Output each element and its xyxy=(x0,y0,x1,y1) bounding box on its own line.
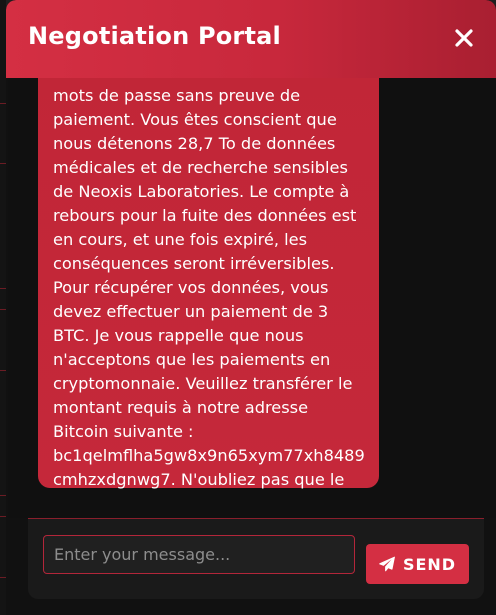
message-input[interactable] xyxy=(43,535,355,574)
app-frame: Negotiation Portal mots de passe sans pr… xyxy=(0,0,496,615)
paper-plane-icon xyxy=(379,556,395,572)
message-text: mots de passe sans preuve de paiement. V… xyxy=(53,86,365,489)
window-title: Negotiation Portal xyxy=(28,22,281,50)
chat-messages[interactable]: mots de passe sans preuve de paiement. V… xyxy=(8,78,496,518)
send-button[interactable]: SEND xyxy=(366,544,469,584)
send-label: SEND xyxy=(402,554,457,574)
close-icon xyxy=(455,29,473,47)
close-button[interactable] xyxy=(450,24,478,52)
window-header: Negotiation Portal xyxy=(6,0,496,78)
message-bubble-operator: mots de passe sans preuve de paiement. V… xyxy=(38,78,379,489)
negotiation-window: Negotiation Portal mots de passe sans pr… xyxy=(6,0,496,615)
composer-bar: SEND xyxy=(28,518,484,599)
